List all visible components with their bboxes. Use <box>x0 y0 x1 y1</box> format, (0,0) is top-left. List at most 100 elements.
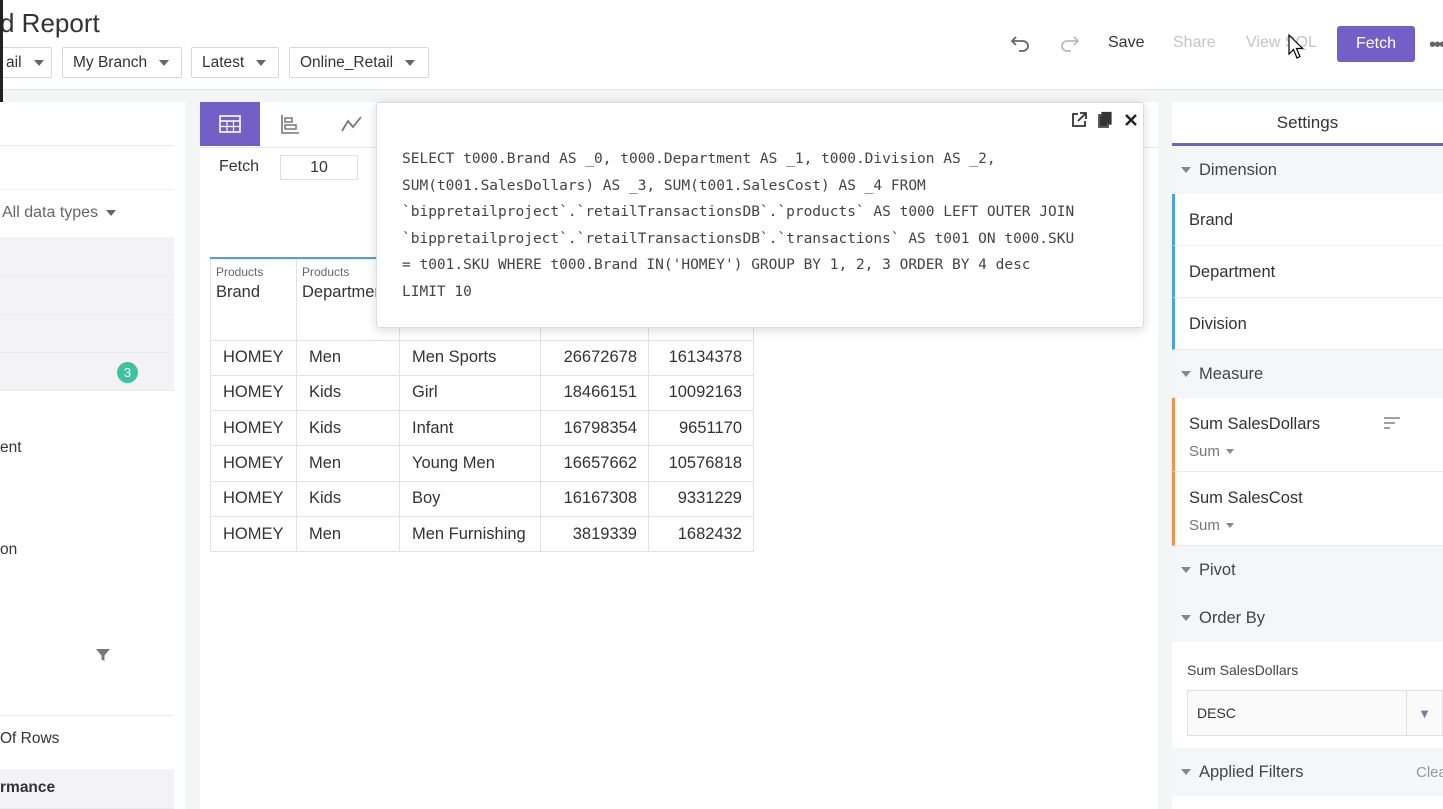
table-cell[interactable]: HOMEY <box>210 339 297 376</box>
divider <box>0 715 174 716</box>
table-cell[interactable]: 16798354 <box>540 410 649 447</box>
table-cell[interactable]: 9651170 <box>648 410 754 447</box>
app: d Report ail My Branch Latest Online_Ret… <box>0 0 1443 809</box>
measure-section-header[interactable]: Measure <box>1172 350 1443 398</box>
measure-item-sales-cost[interactable]: Sum SalesCost Sum <box>1172 472 1443 546</box>
copy-icon[interactable] <box>1096 111 1114 129</box>
collapse-caret-icon <box>1181 769 1191 775</box>
count-badge: 3 <box>117 362 138 383</box>
aggregation-dropdown[interactable]: Sum <box>1189 443 1234 460</box>
count-rows-item[interactable]: Of Rows <box>0 730 59 748</box>
share-button[interactable]: Share <box>1173 34 1216 52</box>
fetch-limit-label: Fetch <box>219 158 260 175</box>
field-label[interactable]: ent <box>0 439 22 457</box>
filter-dropdown-dataset[interactable]: Online_Retail <box>289 47 429 78</box>
close-icon[interactable] <box>1122 111 1140 129</box>
list-item[interactable] <box>0 237 174 276</box>
table-cell[interactable]: 26672678 <box>540 339 649 376</box>
table-cell[interactable]: Kids <box>296 410 400 447</box>
list-item[interactable] <box>0 315 174 353</box>
table-cell[interactable]: Kids <box>296 480 400 517</box>
pivot-section-header[interactable]: Pivot <box>1172 546 1443 594</box>
dimension-item-department[interactable]: Department <box>1172 246 1443 298</box>
table-cell[interactable]: HOMEY <box>210 410 297 447</box>
measure-name: Sum SalesCost <box>1189 489 1303 507</box>
more-options-icon[interactable]: ••• <box>1429 34 1443 57</box>
chevron-down-icon <box>1225 449 1234 454</box>
sort-icon[interactable] <box>1383 416 1401 432</box>
table-cell[interactable]: Men <box>296 445 400 482</box>
table-cell[interactable]: Men Furnishing <box>399 515 541 553</box>
order-by-section-header[interactable]: Order By <box>1172 594 1443 642</box>
section-label: Dimension <box>1199 160 1277 179</box>
table-cell[interactable]: Girl <box>399 374 541 412</box>
performance-label[interactable]: rmance <box>0 779 55 797</box>
table-cell[interactable]: 18466151 <box>540 374 649 412</box>
table-cell[interactable]: HOMEY <box>210 480 297 517</box>
table-row: HOMEY Kids Girl 18466151 10092163 <box>210 374 754 412</box>
dimension-item-division[interactable]: Division <box>1172 298 1443 350</box>
tab-settings[interactable]: Settings <box>1172 102 1443 146</box>
filter-dropdown-branch[interactable]: My Branch <box>62 47 182 78</box>
field-label[interactable]: on <box>0 541 17 559</box>
tab-bar-chart[interactable] <box>260 102 320 146</box>
redo-icon[interactable] <box>1057 32 1081 56</box>
applied-filters-section-header[interactable]: Applied Filters <box>1172 748 1443 796</box>
column-group-label: Products <box>216 265 264 279</box>
undo-icon[interactable] <box>1009 32 1033 56</box>
table-cell[interactable]: 16167308 <box>540 480 649 517</box>
filter-icon[interactable] <box>95 647 111 663</box>
column-header[interactable]: Products Brand <box>210 257 297 341</box>
table-cell[interactable]: Men Sports <box>399 339 541 376</box>
list-item[interactable] <box>0 276 174 315</box>
table-cell[interactable]: HOMEY <box>210 445 297 482</box>
table-cell[interactable]: Infant <box>399 410 541 447</box>
tab-table[interactable] <box>200 102 260 146</box>
filter-dropdown-retail[interactable]: ail <box>0 47 52 78</box>
table-cell[interactable]: 9331229 <box>648 480 754 517</box>
section-label: Applied Filters <box>1199 762 1304 781</box>
table-cell[interactable]: HOMEY <box>210 515 297 553</box>
table-cell[interactable]: 3819339 <box>540 515 649 553</box>
panel-row <box>0 146 174 190</box>
measure-name: Sum SalesDollars <box>1189 415 1321 433</box>
table-cell[interactable]: Kids <box>296 374 400 412</box>
dimension-name: Department <box>1189 263 1276 281</box>
table-cell[interactable]: 1682432 <box>648 515 754 553</box>
data-types-label: All data types <box>2 204 99 221</box>
sql-popover: SELECT t000.Brand AS _0, t000.Department… <box>376 102 1144 328</box>
table-cell[interactable]: 16134378 <box>648 339 754 376</box>
section-label: Pivot <box>1199 560 1236 579</box>
tab-line-chart[interactable] <box>322 102 382 146</box>
mouse-cursor-icon <box>1288 34 1304 59</box>
panel-row <box>0 102 174 146</box>
table-cell[interactable]: 16657662 <box>540 445 649 482</box>
table-cell[interactable]: Boy <box>399 480 541 517</box>
chevron-down-icon <box>1225 523 1234 528</box>
bar-chart-icon <box>281 115 299 134</box>
table-cell[interactable]: 10092163 <box>648 374 754 412</box>
table-cell[interactable]: Men <box>296 339 400 376</box>
aggregation-dropdown[interactable]: Sum <box>1189 517 1234 534</box>
table-cell[interactable]: HOMEY <box>210 374 297 412</box>
fetch-button[interactable]: Fetch <box>1337 26 1415 62</box>
open-external-icon[interactable] <box>1070 111 1088 129</box>
clear-filters-link[interactable]: Clea <box>1416 764 1443 781</box>
save-button[interactable]: Save <box>1108 34 1144 52</box>
dimension-section-header[interactable]: Dimension <box>1172 146 1443 194</box>
report-header: d Report ail My Branch Latest Online_Ret… <box>0 0 1443 90</box>
list-item[interactable] <box>0 353 174 391</box>
table-cell[interactable]: Young Men <box>399 445 541 482</box>
table-cell[interactable]: 10576818 <box>648 445 754 482</box>
dimension-item-brand[interactable]: Brand <box>1172 194 1443 246</box>
view-sql-button[interactable]: View SQL <box>1246 34 1317 52</box>
data-types-filter[interactable]: All data types <box>2 204 117 222</box>
table-row: HOMEY Kids Infant 16798354 9651170 <box>210 410 754 447</box>
measure-item-sales-dollars[interactable]: Sum SalesDollars Sum <box>1172 398 1443 472</box>
table-cell[interactable]: Men <box>296 515 400 553</box>
order-direction-select[interactable]: DESC ▼ <box>1187 690 1443 736</box>
filter-dropdown-version[interactable]: Latest <box>191 47 279 78</box>
table-row: HOMEY Men Men Sports 26672678 16134378 <box>210 339 754 376</box>
collapse-caret-icon <box>1181 167 1191 173</box>
fetch-limit-input[interactable]: 10 <box>280 155 358 180</box>
